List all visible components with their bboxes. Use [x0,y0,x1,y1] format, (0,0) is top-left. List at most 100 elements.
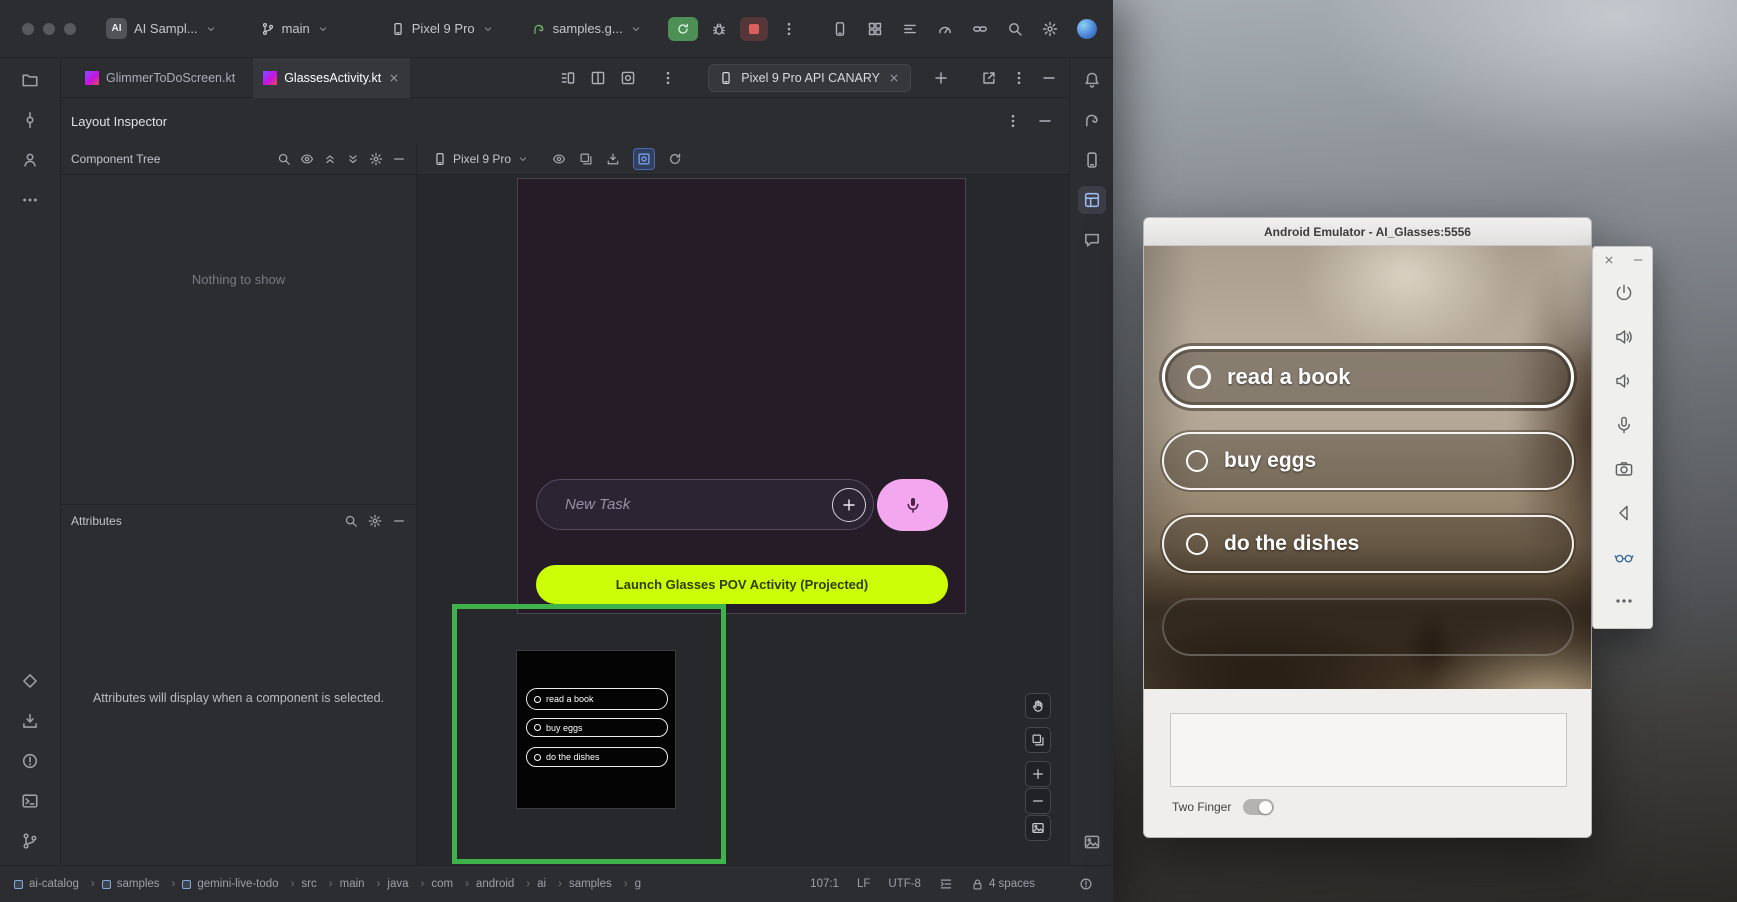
breadcrumb-item[interactable]: ai [537,878,562,890]
tab-glassesactivity[interactable]: GlassesActivity.kt [253,58,410,98]
tab-glimmertodoscreen[interactable]: GlimmerToDoScreen.kt [75,58,245,98]
debug-icon[interactable] [711,21,727,37]
todo-pill-focused[interactable]: read a book [1162,346,1574,408]
volume-up-button[interactable] [1613,326,1635,348]
layer-mode-button[interactable] [1025,727,1051,753]
refresh-icon[interactable] [668,152,682,166]
gesture-touchpad-area[interactable] [1170,713,1567,787]
hide-panel-icon[interactable] [1041,70,1057,86]
visibility-filter-icon[interactable] [300,152,314,166]
close-window-button[interactable] [22,23,34,35]
camera-button[interactable] [1613,458,1635,480]
problems-tool-icon[interactable] [16,747,44,775]
volume-down-button[interactable] [1613,370,1635,392]
line-ending-widget[interactable]: LF [857,878,870,890]
search-icon[interactable] [277,152,291,166]
todo-pill[interactable]: do the dishes [1162,515,1574,573]
project-widget[interactable]: AI AI Sampl... [106,18,217,39]
indent-widget[interactable]: 4 spaces [971,878,1035,891]
launch-glasses-button[interactable]: Launch Glasses POV Activity (Projected) [536,565,948,604]
kebab-menu-icon[interactable] [660,70,676,86]
capture-layers-icon[interactable] [579,152,593,166]
breadcrumb-item[interactable]: samples [102,878,176,890]
open-in-new-window-icon[interactable] [981,70,997,86]
profile-avatar[interactable] [1077,19,1097,39]
rerun-button[interactable] [668,17,698,41]
zoom-out-button[interactable] [1025,788,1051,814]
breadcrumb-item[interactable]: samples [569,878,628,890]
more-controls-button[interactable] [1613,590,1635,612]
live-updates-toggle[interactable] [633,148,655,170]
project-tool-icon[interactable] [16,66,44,94]
link-assistant-icon[interactable] [972,21,988,37]
breadcrumb-item[interactable]: gemini-live-todo [182,878,294,890]
glasses-mode-button[interactable] [1613,546,1635,568]
collapse-all-icon[interactable] [346,152,360,166]
device-manager-tool-icon[interactable] [1078,146,1106,174]
dependencies-tool-icon[interactable] [16,707,44,735]
gem-tool-icon[interactable] [16,667,44,695]
breadcrumb-item[interactable]: g [635,878,641,890]
close-panel-icon[interactable] [1601,252,1617,268]
editor-list-view-icon[interactable] [560,70,576,86]
zoom-window-button[interactable] [64,23,76,35]
close-device-tab-icon[interactable] [888,72,900,84]
layout-inspector-tool-icon[interactable] [1078,186,1106,214]
caret-position-widget[interactable]: 107:1 [810,878,839,890]
git-tool-icon[interactable] [16,827,44,855]
inspected-device-selector[interactable]: Pixel 9 Pro [433,152,529,166]
running-device-tab[interactable]: Pixel 9 Pro API CANARY [708,64,911,92]
gear-icon[interactable] [368,514,382,528]
split-editor-icon[interactable] [590,70,606,86]
vcs-branch-widget[interactable]: main [261,21,329,36]
breadcrumb-item[interactable]: ai-catalog [14,878,95,890]
gear-icon[interactable] [369,152,383,166]
breadcrumb-item[interactable]: com [431,878,469,890]
structure-tool-icon[interactable] [16,146,44,174]
breadcrumb-item[interactable]: src [301,878,332,890]
more-tools-icon[interactable] [16,186,44,214]
assistant-tool-icon[interactable] [1078,226,1106,254]
todo-pill[interactable]: buy eggs [1162,432,1574,490]
breadcrumb-item[interactable]: main [340,878,381,890]
kebab-menu-icon[interactable] [1011,70,1027,86]
zoom-in-button[interactable] [1025,761,1051,787]
add-device-icon[interactable] [933,70,949,86]
hide-panel-icon[interactable] [1037,113,1053,129]
encoding-widget[interactable]: UTF-8 [888,878,921,890]
hide-pane-icon[interactable] [392,152,406,166]
stop-button[interactable] [740,17,768,41]
terminal-tool-icon[interactable] [16,787,44,815]
inspections-status-icon[interactable] [1079,877,1093,891]
emulator-screen[interactable]: read a book buy eggs do the dishes [1144,246,1591,689]
gradle-tool-icon[interactable] [1078,106,1106,134]
close-tab-icon[interactable] [388,72,400,84]
microphone-button[interactable] [1613,414,1635,436]
running-devices-tool-icon[interactable] [1078,828,1106,856]
two-finger-toggle[interactable] [1243,799,1274,815]
zoom-to-fit-button[interactable] [1025,815,1051,841]
kebab-menu-icon[interactable] [1005,113,1021,129]
voice-input-button[interactable] [877,479,948,531]
notifications-tool-icon[interactable] [1078,66,1106,94]
settings-gear-icon[interactable] [1042,21,1058,37]
run-configuration-widget[interactable]: samples.g... [532,21,642,36]
pan-mode-button[interactable] [1025,693,1051,719]
device-selector-widget[interactable]: Pixel 9 Pro [391,21,494,36]
minimize-window-button[interactable] [43,23,55,35]
breadcrumb-item[interactable]: android [476,878,530,890]
layout-validation-icon[interactable] [867,21,883,37]
expand-all-icon[interactable] [323,152,337,166]
indent-style-icon[interactable] [939,877,953,891]
breadcrumb-item[interactable]: java [387,878,424,890]
preview-mode-icon[interactable] [620,70,636,86]
inspected-app-screen[interactable]: New Task Launch Glasses POV Activity (Pr… [517,178,966,614]
search-icon[interactable] [344,514,358,528]
minimize-panel-icon[interactable] [1630,252,1646,268]
search-everywhere-icon[interactable] [1007,21,1023,37]
commit-tool-icon[interactable] [16,106,44,134]
hide-pane-icon[interactable] [392,514,406,528]
new-task-input[interactable]: New Task [536,479,874,530]
logcat-icon[interactable] [902,21,918,37]
back-button[interactable] [1613,502,1635,524]
